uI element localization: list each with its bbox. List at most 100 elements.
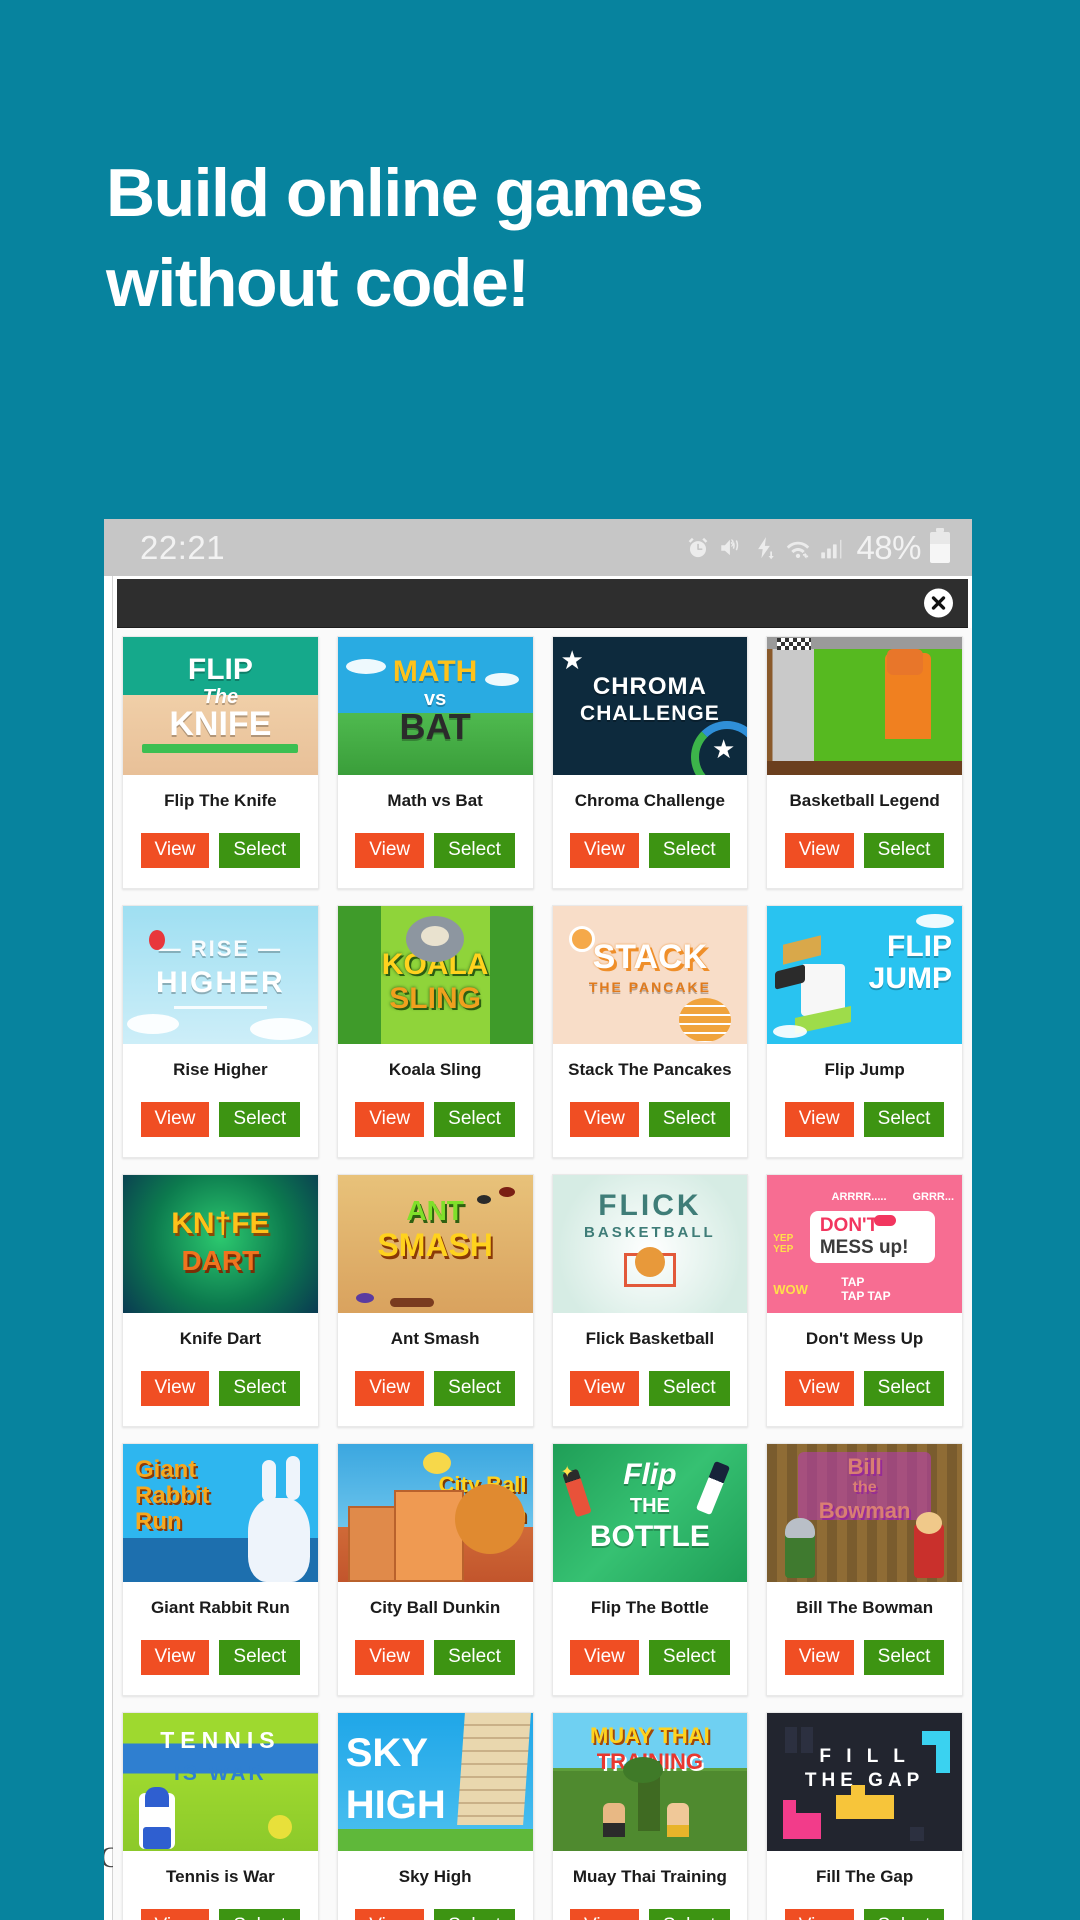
view-button[interactable]: View <box>140 1102 210 1137</box>
game-title: Stack The Pancakes <box>568 1060 732 1079</box>
view-button[interactable]: View <box>140 1909 210 1920</box>
view-button[interactable]: View <box>140 833 210 868</box>
game-thumbnail[interactable]: SKY HIGH <box>337 1713 533 1851</box>
select-button[interactable]: Select <box>434 833 515 868</box>
game-thumbnail[interactable]: TENNIS IS WAR <box>123 1713 318 1851</box>
select-button[interactable]: Select <box>219 1371 301 1406</box>
game-card-body: Knife Dart View Select <box>123 1313 318 1426</box>
select-button[interactable]: Select <box>863 1102 945 1137</box>
close-icon[interactable] <box>924 588 953 618</box>
game-card[interactable]: Flip THE BOTTLE ✦ Flip The Bottle View Select <box>551 1443 749 1696</box>
page-scrollbar[interactable]: C <box>104 576 120 1920</box>
game-card[interactable]: SKYHIGH Sky High View Select <box>336 1712 534 1920</box>
game-thumbnail[interactable]: Flip THE BOTTLE ✦ <box>552 1444 748 1582</box>
select-button[interactable]: Select <box>648 1909 730 1920</box>
game-thumbnail[interactable]: FLIP The KNIFE <box>123 637 318 775</box>
game-card[interactable]: FLIP JUMP Flip Jump View Select <box>766 905 963 1158</box>
select-button[interactable]: Select <box>434 1640 515 1675</box>
view-button[interactable]: View <box>784 1102 854 1137</box>
select-button[interactable]: Select <box>648 1102 730 1137</box>
view-button[interactable]: View <box>570 1102 639 1137</box>
game-thumbnail[interactable]: BilltheBowman <box>767 1444 962 1582</box>
select-button[interactable]: Select <box>434 1102 515 1137</box>
game-card[interactable]: FLIP The KNIFE Flip The Knife View Select <box>122 636 319 889</box>
game-row: — RISE — HIGHER Rise Higher View Select KOALA… <box>113 897 972 1166</box>
view-button[interactable]: View <box>355 1102 425 1137</box>
select-button[interactable]: Select <box>219 1102 301 1137</box>
select-button[interactable]: Select <box>219 1909 301 1920</box>
view-button[interactable]: View <box>570 833 639 868</box>
select-button[interactable]: Select <box>434 1909 515 1920</box>
game-card-body: Tennis is War View Select <box>123 1851 318 1920</box>
view-button[interactable]: View <box>140 1371 210 1406</box>
game-card[interactable]: KOALA SLING Koala Sling View Select <box>336 905 534 1158</box>
game-card[interactable]: STACK THE PANCAKE Stack The Pancakes View Se… <box>551 905 749 1158</box>
game-card-actions: View Select <box>557 833 744 868</box>
battery-percent: 48% <box>856 528 921 566</box>
select-button[interactable]: Select <box>219 1640 301 1675</box>
game-thumbnail[interactable]: Giant Rabbit Run <box>123 1444 318 1582</box>
game-card[interactable]: City BallDunkin City Ball Dunkin View Selec… <box>336 1443 534 1696</box>
download-icon <box>751 535 777 561</box>
select-button[interactable]: Select <box>863 1371 945 1406</box>
game-card-actions: View Select <box>342 1640 529 1675</box>
view-button[interactable]: View <box>784 833 854 868</box>
thumbnail-art-text: JUMP <box>868 962 952 995</box>
select-button[interactable]: Select <box>219 833 301 868</box>
game-thumbnail[interactable]: STACK THE PANCAKE <box>552 906 748 1044</box>
game-thumbnail[interactable]: KOALA SLING <box>337 906 533 1044</box>
game-thumbnail[interactable]: — RISE — HIGHER <box>123 906 318 1044</box>
game-card[interactable]: FLICK BASKETBALL Flick Basketball View Selec… <box>551 1174 749 1427</box>
game-card[interactable]: — RISE — HIGHER Rise Higher View Select <box>122 905 319 1158</box>
game-thumbnail[interactable]: CHROMA CHALLENGE ★ ★ <box>552 637 748 775</box>
select-button[interactable]: Select <box>863 1909 945 1920</box>
view-button[interactable]: View <box>784 1909 854 1920</box>
game-card[interactable]: MUAY THAITRAINING Muay Thai Training View S… <box>551 1712 749 1920</box>
game-card[interactable]: TENNIS IS WAR Tennis is War View Select <box>122 1712 319 1920</box>
game-title: City Ball Dunkin <box>369 1598 501 1617</box>
game-thumbnail[interactable]: FLICK BASKETBALL <box>552 1175 748 1313</box>
game-card-actions: View Select <box>771 833 958 868</box>
view-button[interactable]: View <box>784 1371 854 1406</box>
view-button[interactable]: View <box>355 1640 425 1675</box>
game-thumbnail[interactable]: KN†FE DART <box>123 1175 318 1313</box>
game-card[interactable]: Basketball Legend View Select <box>766 636 963 889</box>
view-button[interactable]: View <box>355 1371 425 1406</box>
view-button[interactable]: View <box>355 833 425 868</box>
select-button[interactable]: Select <box>648 1640 730 1675</box>
game-thumbnail[interactable]: FLIP JUMP <box>767 906 962 1044</box>
select-button[interactable]: Select <box>648 1371 730 1406</box>
game-title: Muay Thai Training <box>572 1867 727 1886</box>
game-thumbnail[interactable]: MUAY THAITRAINING <box>552 1713 748 1851</box>
game-thumbnail[interactable]: F I L L THE GAP <box>767 1713 962 1851</box>
view-button[interactable]: View <box>784 1640 854 1675</box>
game-thumbnail[interactable]: City BallDunkin <box>337 1444 533 1582</box>
select-button[interactable]: Select <box>863 833 945 868</box>
view-button[interactable]: View <box>570 1371 639 1406</box>
view-button[interactable]: View <box>570 1909 639 1920</box>
game-card[interactable]: DON'TMESS up!DON'TMESS up!ARRRR.....GRRR… <box>766 1174 963 1427</box>
game-grid: FLIP The KNIFE Flip The Knife View Select MATH… <box>113 628 972 1920</box>
view-button[interactable]: View <box>140 1640 210 1675</box>
view-button[interactable]: View <box>355 1909 425 1920</box>
game-card[interactable]: BilltheBowman Bill The Bowman View Select <box>766 1443 963 1696</box>
game-card[interactable]: F I L LTHE GAP Fill The Gap View Select <box>766 1712 963 1920</box>
thumbnail-art-text: KN†FE <box>171 1207 270 1240</box>
game-thumbnail[interactable]: DON'TMESS up!DON'TMESS up!ARRRR.....GRRR… <box>767 1175 962 1313</box>
game-thumbnail[interactable]: ANT SMASH <box>337 1175 533 1313</box>
game-card[interactable]: MATH vs BAT Math vs Bat View Select <box>336 636 534 889</box>
view-button[interactable]: View <box>570 1640 639 1675</box>
thumbnail-artwork: TENNIS IS WAR <box>123 1713 318 1851</box>
game-card-actions: View Select <box>771 1909 958 1920</box>
game-card-actions: View Select <box>557 1909 744 1920</box>
game-thumbnail[interactable] <box>767 637 962 775</box>
game-card[interactable]: CHROMA CHALLENGE ★ ★ Chroma Challenge View Sel… <box>551 636 749 889</box>
select-button[interactable]: Select <box>434 1371 515 1406</box>
game-card-actions: View Select <box>342 1102 529 1137</box>
game-thumbnail[interactable]: MATH vs BAT <box>337 637 533 775</box>
game-card[interactable]: KN†FE DART Knife Dart View Select <box>122 1174 319 1427</box>
game-card[interactable]: Giant Rabbit Run Giant Rabbit Run View Select <box>122 1443 319 1696</box>
game-card[interactable]: ANT SMASH Ant Smash View Select <box>336 1174 534 1427</box>
select-button[interactable]: Select <box>863 1640 945 1675</box>
select-button[interactable]: Select <box>648 833 730 868</box>
